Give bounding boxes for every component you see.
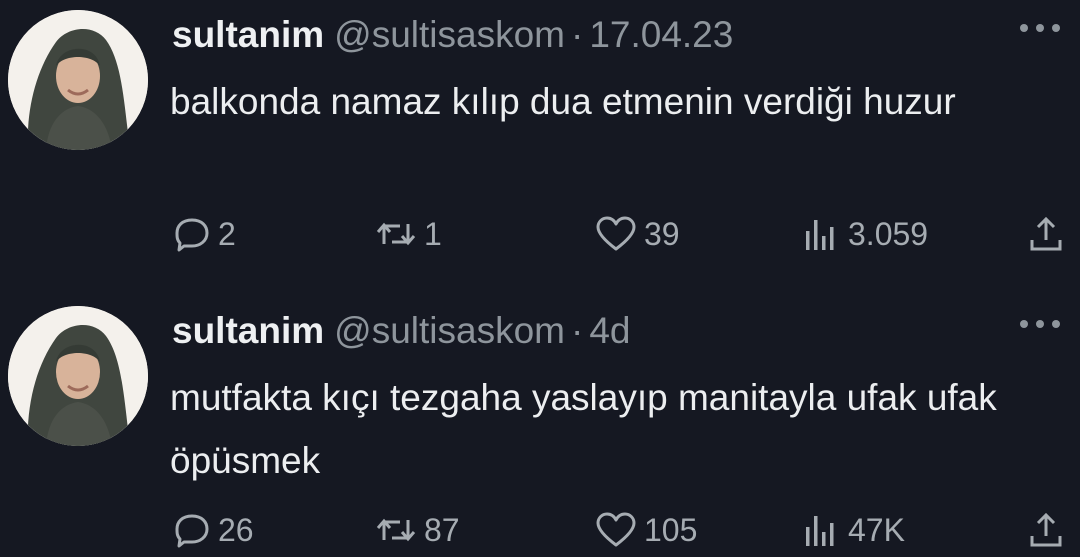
like-count: 105 — [644, 511, 698, 548]
heart-icon — [596, 512, 636, 547]
avatar[interactable] — [8, 306, 148, 446]
avatar[interactable] — [8, 10, 148, 150]
tweet[interactable]: sultanim @sultisaskom · 17.04.23 balkonda n… — [0, 0, 1080, 285]
tweet-actions: 2 1 39 3.059 — [0, 212, 1080, 256]
retweet-arrows-icon — [376, 518, 416, 542]
more-dots-icon[interactable] — [1020, 18, 1060, 38]
share-button[interactable] — [1026, 212, 1066, 256]
dot — [1020, 24, 1028, 32]
like-count: 39 — [644, 215, 680, 252]
tweet-text: balkonda namaz kılıp dua etmenin verdiği… — [170, 81, 956, 122]
dot — [1020, 320, 1028, 328]
display-name[interactable]: sultanim — [172, 310, 324, 351]
display-name[interactable]: sultanim — [172, 14, 324, 55]
avatar-image — [8, 10, 148, 150]
retweet-count: 1 — [424, 215, 442, 252]
like-button[interactable]: 39 — [594, 212, 680, 256]
view-count: 3.059 — [848, 215, 929, 252]
share-upload-icon — [1030, 216, 1062, 251]
avatar-image — [8, 306, 148, 446]
dot — [1052, 24, 1060, 32]
timestamp[interactable]: 17.04.23 — [589, 14, 733, 55]
speech-bubble-icon — [175, 514, 209, 548]
views-button[interactable]: 47K — [802, 508, 905, 552]
timestamp[interactable]: 4d — [589, 310, 630, 351]
reply-count: 26 — [218, 511, 254, 548]
retweet-count: 87 — [424, 511, 460, 548]
reply-count: 2 — [218, 215, 236, 252]
bar-chart-icon — [806, 220, 834, 250]
separator-dot: · — [570, 14, 584, 55]
heart-icon — [596, 216, 636, 251]
like-button[interactable]: 105 — [594, 508, 697, 552]
reply-button[interactable]: 2 — [172, 212, 236, 256]
tweet-actions: 26 87 105 47K — [0, 508, 1080, 552]
view-count: 47K — [848, 511, 905, 548]
dot — [1036, 24, 1044, 32]
reply-button[interactable]: 26 — [172, 508, 254, 552]
separator-dot: · — [570, 310, 584, 351]
retweet-button[interactable]: 87 — [374, 508, 460, 552]
tweet-header: sultanim @sultisaskom · 4d — [172, 308, 630, 354]
user-handle[interactable]: @sultisaskom — [334, 310, 565, 351]
dot — [1052, 320, 1060, 328]
bar-chart-icon — [806, 516, 834, 546]
share-upload-icon — [1030, 512, 1062, 547]
tweet-header: sultanim @sultisaskom · 17.04.23 — [172, 12, 733, 58]
retweet-arrows-icon — [376, 222, 416, 246]
user-handle[interactable]: @sultisaskom — [334, 14, 565, 55]
speech-bubble-icon — [175, 218, 209, 252]
share-button[interactable] — [1026, 508, 1066, 552]
views-button[interactable]: 3.059 — [802, 212, 928, 256]
tweet[interactable]: sultanim @sultisaskom · 4d mutfakta kıçı te… — [0, 296, 1080, 557]
more-dots-icon[interactable] — [1020, 314, 1060, 334]
dot — [1036, 320, 1044, 328]
retweet-button[interactable]: 1 — [374, 212, 442, 256]
tweet-text: mutfakta kıçı tezgaha yaslayıp manitayla… — [170, 377, 997, 481]
